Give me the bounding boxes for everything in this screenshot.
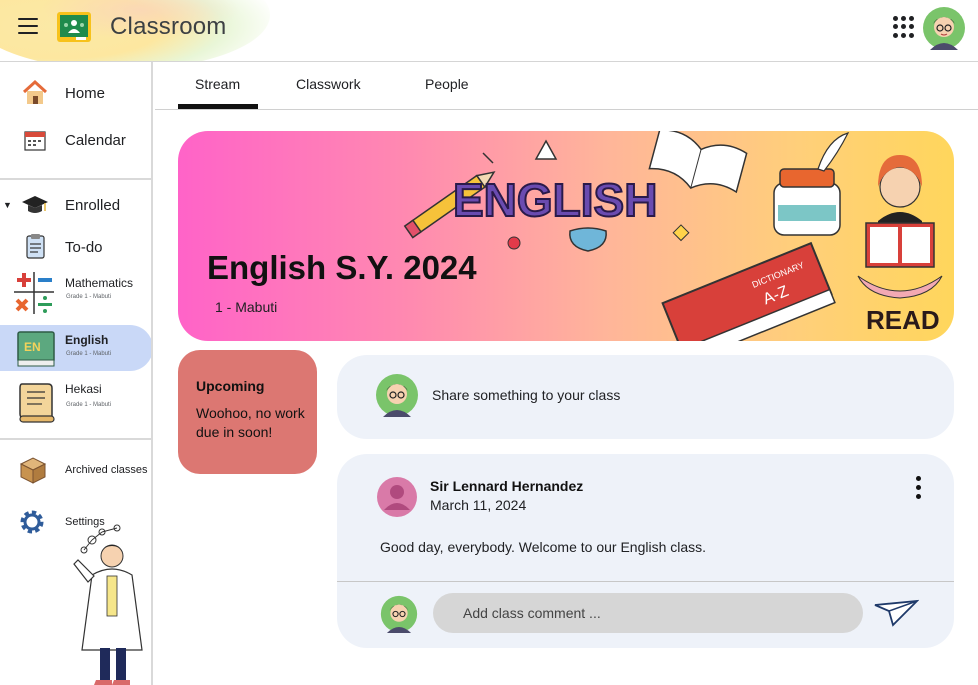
sidebar-item-archived[interactable]: Archived classes xyxy=(0,455,151,485)
class-name: Mathematics xyxy=(65,276,134,290)
more-vert-icon[interactable] xyxy=(915,476,923,502)
sidebar-item-label: Home xyxy=(65,84,106,102)
clipboard-icon xyxy=(26,234,45,259)
post-date: March 11, 2024 xyxy=(430,497,527,513)
banner-art-word: ENGLISH xyxy=(453,174,657,226)
class-section: Grade 1 - Mabuti xyxy=(66,351,112,357)
gear-icon xyxy=(20,510,44,534)
tab-people[interactable]: People xyxy=(425,76,469,92)
upcoming-text: Woohoo, no work due in soon! xyxy=(196,405,305,440)
class-section: Grade 1 - Mabuti xyxy=(66,402,112,408)
english-book-icon: EN xyxy=(17,331,55,367)
graduation-cap-icon xyxy=(22,196,48,213)
author-avatar xyxy=(377,477,417,517)
send-icon[interactable] xyxy=(873,597,919,627)
sidebar-item-todo[interactable]: To-do xyxy=(0,232,151,262)
comment-input[interactable] xyxy=(433,593,863,633)
classroom-logo-icon[interactable] xyxy=(56,11,92,43)
apps-grid-icon[interactable] xyxy=(893,16,915,38)
user-avatar[interactable] xyxy=(922,6,966,50)
tab-stream[interactable]: Stream xyxy=(195,76,240,92)
archive-box-icon xyxy=(19,457,47,484)
scroll-icon xyxy=(19,383,55,423)
post-divider xyxy=(337,581,954,582)
sidebar-item-calendar[interactable]: Calendar xyxy=(0,125,151,155)
tab-bar: Stream Classwork People xyxy=(155,62,978,110)
announcement-post: Sir Lennard Hernandez March 11, 2024 Goo… xyxy=(337,454,954,648)
share-prompt: Share something to your class xyxy=(432,387,621,403)
sidebar-class-english[interactable]: EN English Grade 1 - Mabuti xyxy=(0,325,151,371)
class-name: Hekasi xyxy=(65,382,102,396)
scientist-illustration xyxy=(73,524,143,685)
user-avatar xyxy=(376,374,418,417)
user-avatar xyxy=(380,595,418,633)
post-body: Good day, everybody. Welcome to our Engl… xyxy=(380,539,707,555)
chevron-down-icon[interactable]: ▼ xyxy=(3,200,12,210)
upcoming-title: Upcoming xyxy=(196,378,265,394)
class-banner: ENGLISH DICTIONARY A-Z READ English S.Y.… xyxy=(178,131,954,341)
sidebar-item-label: Calendar xyxy=(65,131,126,149)
class-title: English S.Y. 2024 xyxy=(207,249,477,286)
sidebar-class-hekasi[interactable]: Hekasi Grade 1 - Mabuti xyxy=(0,376,151,428)
class-name: English xyxy=(65,333,109,347)
banner-illustration: ENGLISH DICTIONARY A-Z READ xyxy=(403,131,943,341)
sidebar-item-label: Archived classes xyxy=(65,464,148,476)
home-icon xyxy=(22,79,48,104)
sidebar-class-mathematics[interactable]: Mathematics Grade 1 - Mabuti xyxy=(0,268,151,314)
top-bar: Classroom xyxy=(0,0,978,62)
sidebar-item-enrolled[interactable]: ▼ Enrolled xyxy=(0,190,151,220)
sidebar-item-label: To-do xyxy=(65,238,103,256)
active-tab-indicator xyxy=(178,104,258,109)
hamburger-icon[interactable] xyxy=(18,18,38,36)
post-author: Sir Lennard Hernandez xyxy=(430,478,584,494)
math-symbols-icon xyxy=(14,272,54,314)
sidebar-divider xyxy=(0,438,151,440)
share-announcement-box[interactable]: Share something to your class xyxy=(337,355,954,439)
calendar-icon xyxy=(24,131,46,151)
class-section-label: 1 - Mabuti xyxy=(215,299,278,315)
app-title: Classroom xyxy=(110,13,227,40)
read-sign: READ xyxy=(866,305,940,335)
class-section: Grade 1 - Mabuti xyxy=(66,294,112,300)
sidebar-divider xyxy=(0,178,151,180)
sidebar-item-label: Enrolled xyxy=(65,196,121,214)
upcoming-card: Upcoming Woohoo, no work due in soon! xyxy=(178,350,317,474)
tab-classwork[interactable]: Classwork xyxy=(296,76,361,92)
svg-text:EN: EN xyxy=(24,340,41,354)
sidebar-item-home[interactable]: Home xyxy=(0,78,151,108)
